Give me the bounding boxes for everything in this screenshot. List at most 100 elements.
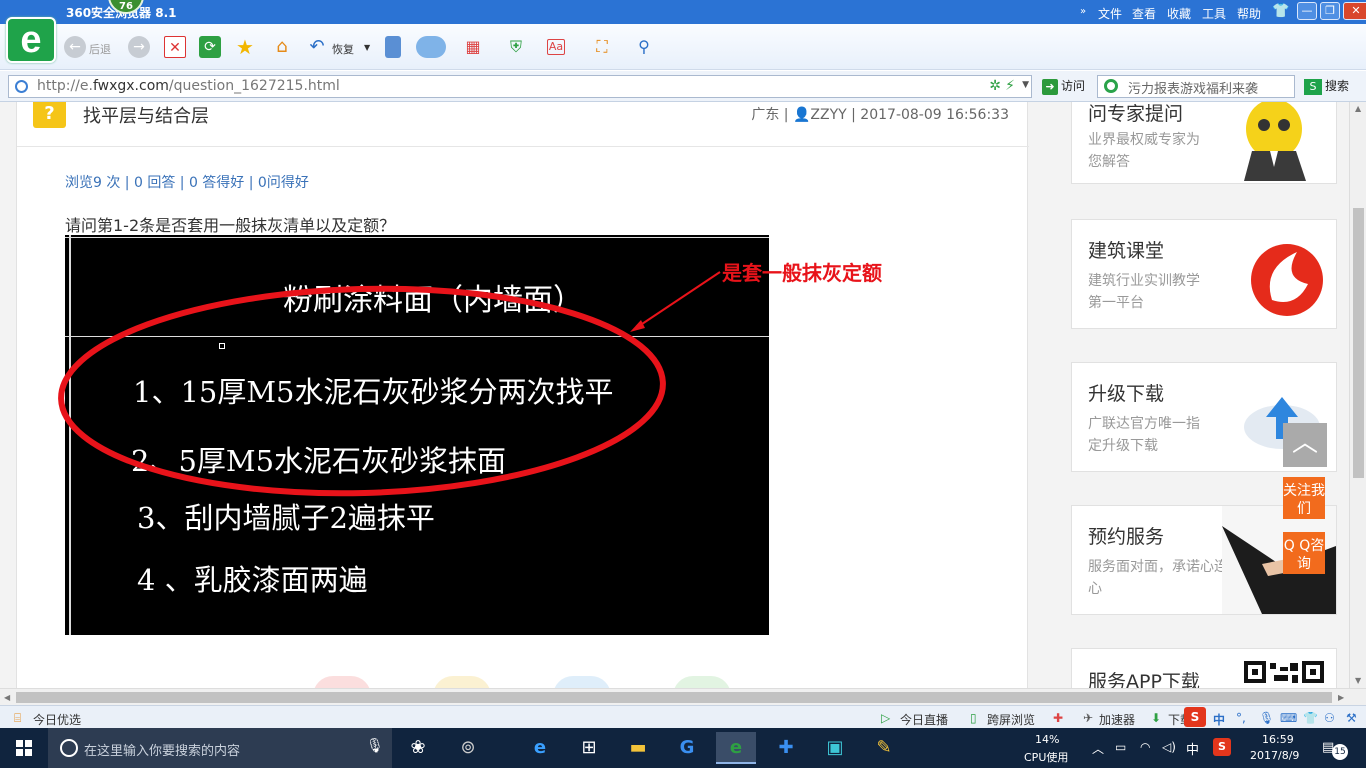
sogou-ime-icon[interactable]: S <box>1184 707 1206 727</box>
back-label[interactable]: 后退 <box>89 41 111 57</box>
file-explorer-icon[interactable]: ▬ <box>618 732 658 764</box>
speed-mode-icon[interactable]: ⚡ <box>1005 78 1015 94</box>
menu-favorites[interactable]: 收藏 <box>1167 5 1191 22</box>
phone-icon[interactable] <box>385 36 401 58</box>
app-plus-icon[interactable]: ✚ <box>766 732 806 764</box>
start-button[interactable] <box>0 728 48 768</box>
stop-icon[interactable]: ✕ <box>164 36 186 58</box>
card-app-download[interactable]: 服务APP下载 <box>1071 648 1337 688</box>
scroll-left-icon[interactable]: ◀ <box>4 693 10 702</box>
bubble-yellow-icon[interactable] <box>433 676 491 688</box>
menu-file[interactable]: 文件 <box>1098 5 1122 22</box>
ime-punct-icon[interactable]: °, <box>1236 711 1246 725</box>
follow-us-button[interactable]: 关注我们 <box>1283 477 1325 519</box>
restore-label[interactable]: 恢复 <box>332 41 354 57</box>
search-input[interactable]: 污力报表游戏福利来袭 <box>1097 75 1295 98</box>
battery-icon[interactable]: ▭ <box>1115 740 1126 754</box>
site-secure-icon[interactable]: ✲ <box>989 78 1001 94</box>
restore-icon[interactable]: ↶ <box>306 36 328 58</box>
app-tc-icon[interactable]: ▣ <box>815 732 855 764</box>
notification-count[interactable]: 15 <box>1332 744 1348 760</box>
bubble-green-icon[interactable] <box>673 676 731 688</box>
menu-help[interactable]: 帮助 <box>1237 5 1261 22</box>
ime-mode-label[interactable]: 中 <box>1213 711 1225 728</box>
card-upgrade-download-heading: 升级下载 <box>1088 383 1165 405</box>
url-input[interactable]: http://e.fwxgx.com/question_1627215.html… <box>8 75 1032 98</box>
card-ask-expert[interactable]: 问专家提问 业界最权威专家为您解答 <box>1071 102 1337 184</box>
forward-icon[interactable]: → <box>128 36 150 58</box>
app-swirl-icon[interactable]: ⊚ <box>448 732 488 764</box>
home-icon[interactable]: ⌂ <box>271 36 293 58</box>
wifi-icon[interactable]: ◠ <box>1140 740 1150 754</box>
menu-tools[interactable]: 工具 <box>1202 5 1226 22</box>
live-icon[interactable]: ▷ <box>881 711 890 725</box>
medic-icon[interactable]: ✚ <box>1053 711 1063 725</box>
back-icon[interactable]: ← <box>64 36 86 58</box>
horizontal-scroll-thumb[interactable] <box>16 692 1332 703</box>
refresh-icon[interactable]: ⟳ <box>199 36 221 58</box>
task-view-icon[interactable]: ❀ <box>398 732 438 764</box>
notepad-app-icon[interactable]: ✎ <box>864 732 904 764</box>
phone-small-icon[interactable]: ▯ <box>970 711 977 725</box>
restore-dropdown-icon[interactable]: ▼ <box>364 43 370 52</box>
minimize-button[interactable]: — <box>1297 2 1317 20</box>
vertical-scroll-thumb[interactable] <box>1353 208 1364 478</box>
download-icon[interactable]: ⬇ <box>1151 711 1161 725</box>
menu-view[interactable]: 查看 <box>1132 5 1156 22</box>
status-cross-screen[interactable]: 跨屏浏览 <box>987 711 1035 728</box>
back-to-top-button[interactable]: ︿ <box>1283 423 1327 467</box>
screenshot-icon[interactable]: ⛶ <box>591 36 613 58</box>
search-button[interactable]: S 搜索 <box>1304 77 1349 95</box>
card-building-class[interactable]: 建筑课堂 建筑行业实训教学第一平台 <box>1071 219 1337 329</box>
question-stats[interactable]: 浏览9 次 | 0 回答 | 0 答得好 | 0问得好 <box>65 172 309 192</box>
bubble-red-icon[interactable] <box>313 676 371 688</box>
scroll-down-icon[interactable]: ▼ <box>1355 676 1361 685</box>
qq-consult-button[interactable]: Q Q咨询 <box>1283 532 1325 574</box>
taskbar-search[interactable]: 在这里输入你要搜索的内容 🎙 <box>48 728 392 768</box>
store-icon[interactable]: ⊞ <box>569 732 609 764</box>
question-image[interactable]: 粉刷涂料面（内墙面） 1、15厚M5水泥石灰砂浆分两次找平 2、5厚M5水泥石灰… <box>65 235 769 635</box>
scroll-up-icon[interactable]: ▲ <box>1355 104 1361 113</box>
favorite-star-icon[interactable]: ★ <box>234 36 256 58</box>
card-building-class-heading: 建筑课堂 <box>1088 240 1165 262</box>
shield-icon[interactable]: ⛨ <box>505 36 527 58</box>
tray-ime-label[interactable]: 中 <box>1186 739 1199 758</box>
status-today-live[interactable]: 今日直播 <box>900 711 948 728</box>
tray-expand-icon[interactable]: ︿ <box>1092 740 1104 757</box>
ime-user-icon[interactable]: ⚇ <box>1324 711 1335 725</box>
glodon-app-icon[interactable]: G <box>667 732 707 764</box>
tray-sogou-icon[interactable]: S <box>1213 738 1231 756</box>
apps-icon[interactable]: ▦ <box>462 36 484 58</box>
clock-time[interactable]: 16:59 <box>1262 733 1294 746</box>
translate-icon[interactable]: Aa <box>547 39 565 55</box>
ime-skin-icon[interactable]: 👕 <box>1303 711 1318 725</box>
skin-icon[interactable]: 👕 <box>1272 3 1289 19</box>
zoom-icon[interactable]: ⚲ <box>633 36 655 58</box>
url-dropdown-icon[interactable]: ▼ <box>1022 80 1029 90</box>
image-line-2: 2、5厚M5水泥石灰砂浆抹面 <box>131 444 507 478</box>
horizontal-scrollbar[interactable]: ◀ ▶ <box>0 688 1366 705</box>
rocket-icon[interactable]: ✈ <box>1083 711 1093 725</box>
browser-360-taskbar-icon[interactable]: e <box>716 732 756 764</box>
cortana-icon[interactable] <box>60 739 78 757</box>
edge-icon[interactable]: e <box>520 732 560 764</box>
vertical-scrollbar[interactable]: ▲ ▼ <box>1349 102 1366 688</box>
ime-tools-icon[interactable]: ⚒ <box>1346 711 1357 725</box>
scroll-right-icon[interactable]: ▶ <box>1338 693 1344 702</box>
volume-icon[interactable]: ◁) <box>1162 740 1176 754</box>
status-today-picks[interactable]: 今日优选 <box>33 711 81 728</box>
gift-icon[interactable]: ⌸ <box>14 711 21 726</box>
maximize-button[interactable]: ❐ <box>1320 2 1340 20</box>
ime-voice-icon[interactable]: 🎙 <box>1259 711 1274 725</box>
bubble-blue-icon[interactable] <box>553 676 611 688</box>
go-button[interactable]: ➜ 访问 <box>1042 77 1085 95</box>
status-accelerator[interactable]: 加速器 <box>1099 711 1135 728</box>
cloud-icon[interactable] <box>416 36 446 58</box>
search-engine-icon[interactable] <box>1104 79 1118 93</box>
clock-date[interactable]: 2017/8/9 <box>1250 749 1299 762</box>
microphone-icon[interactable]: 🎙 <box>366 738 384 754</box>
more-menu-icon[interactable]: » <box>1080 6 1086 17</box>
close-button[interactable]: ✕ <box>1343 2 1366 20</box>
ime-keyboard-icon[interactable]: ⌨ <box>1280 711 1297 725</box>
browser-logo[interactable]: e <box>6 17 56 63</box>
